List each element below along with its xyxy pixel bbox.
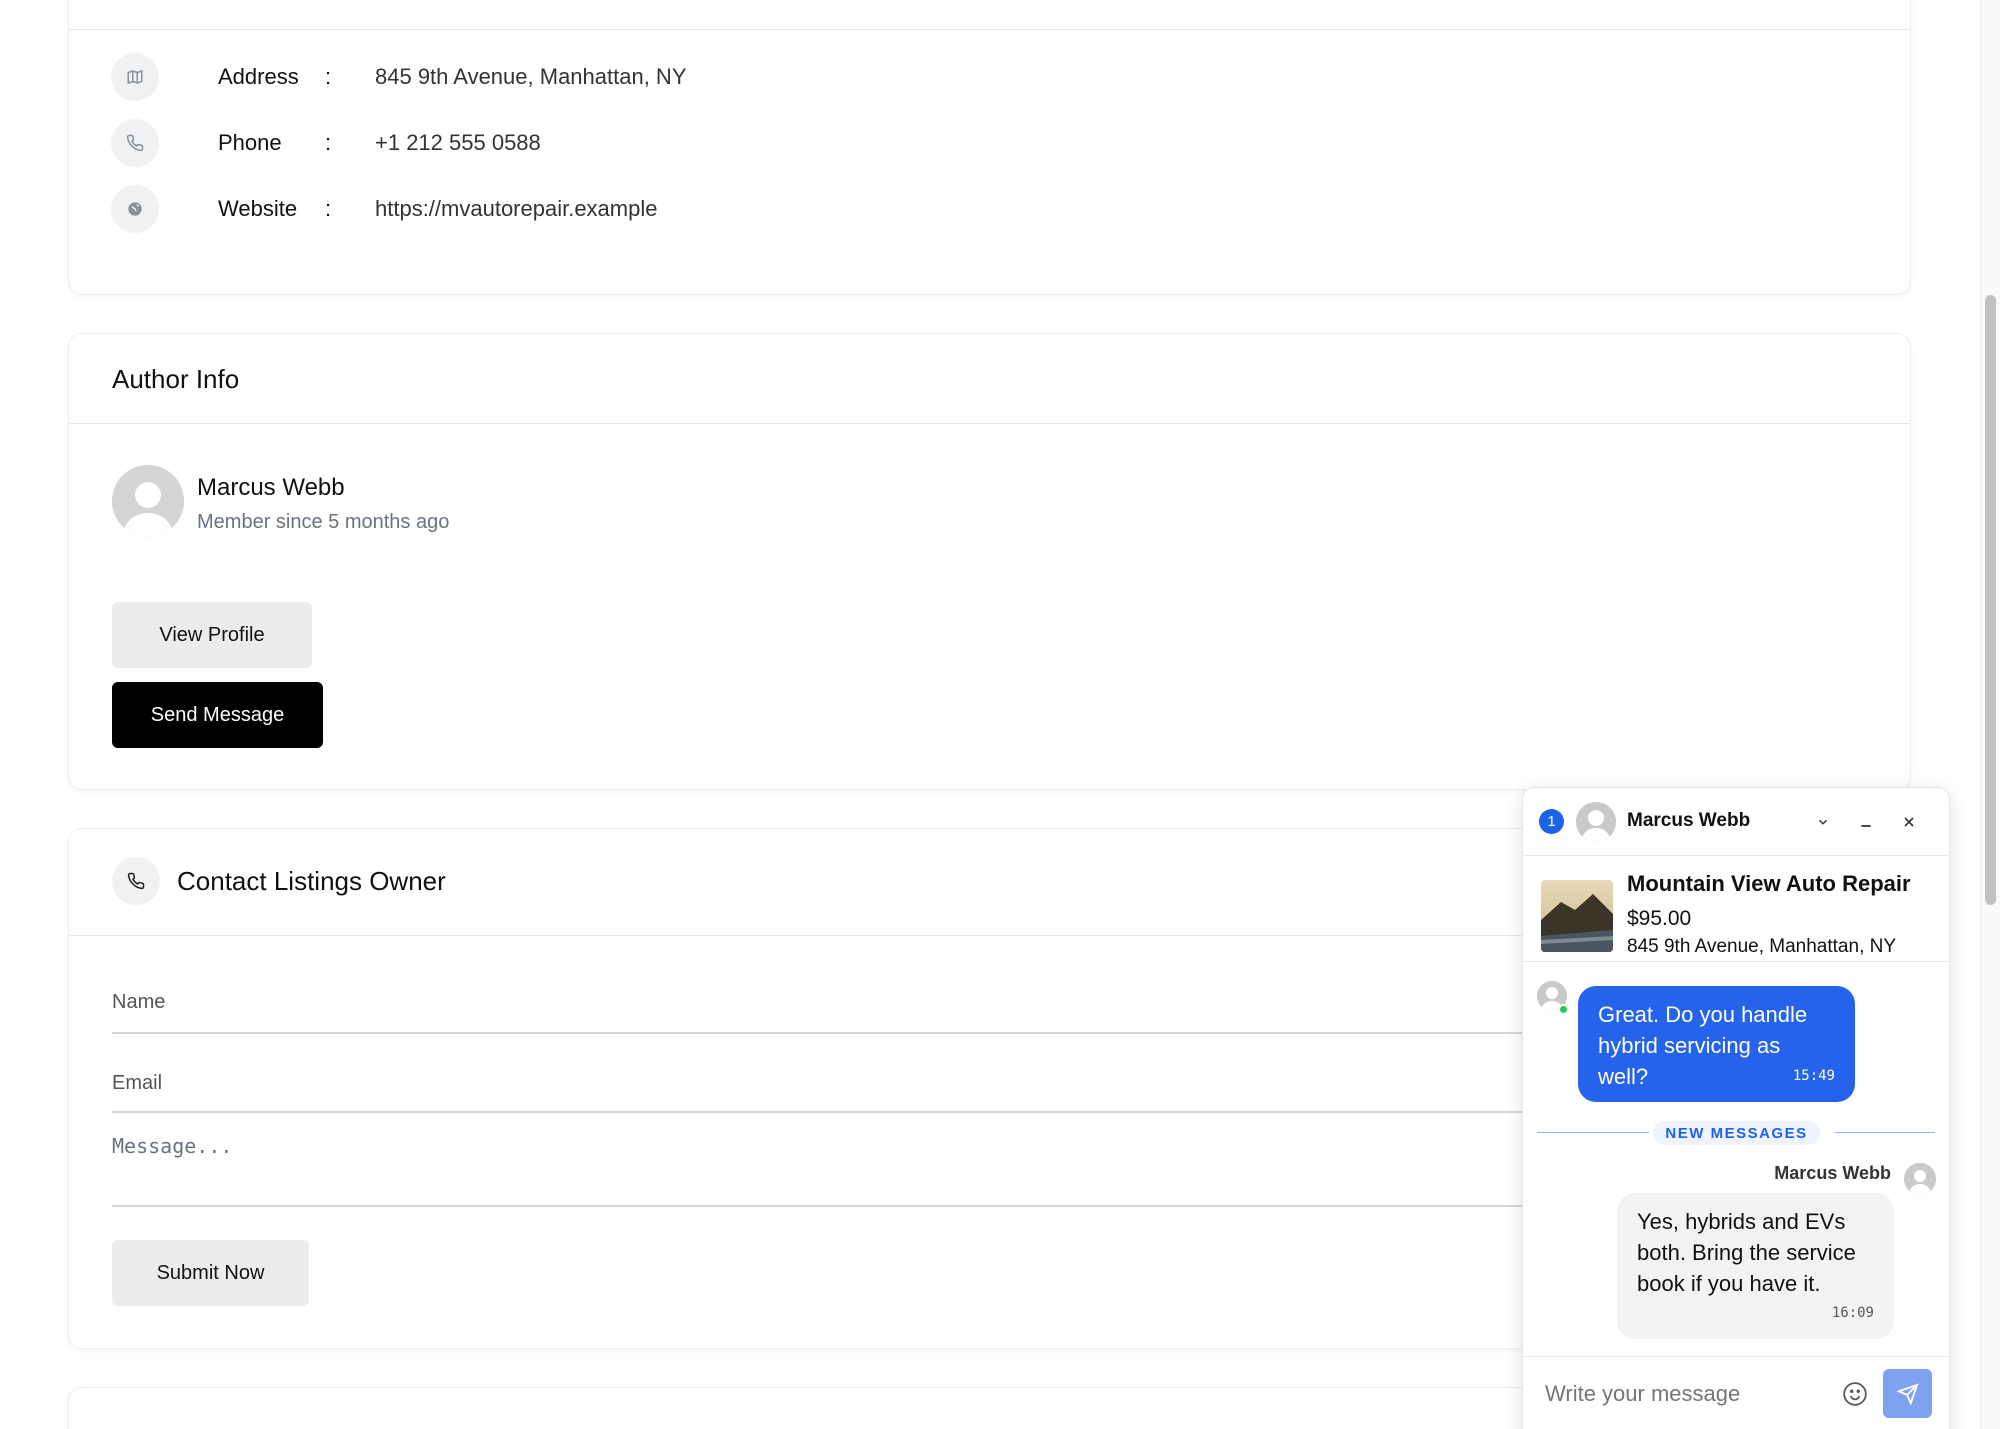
- view-profile-button[interactable]: View Profile: [112, 602, 312, 668]
- name-placeholder: Name: [112, 991, 166, 1013]
- globe-icon: [111, 185, 159, 233]
- outgoing-message: Great. Do you handle hybrid servicing as…: [1578, 986, 1855, 1102]
- card-divider: [69, 29, 1910, 30]
- separator: :: [325, 130, 332, 155]
- message-text: Great. Do you handle hybrid servicing as…: [1598, 1002, 1808, 1089]
- send-icon[interactable]: [1883, 1369, 1932, 1418]
- map-icon: [111, 53, 159, 101]
- incoming-sender-name: Marcus Webb: [1774, 1163, 1891, 1183]
- chat-message-input[interactable]: [1545, 1381, 1815, 1407]
- contact-avatar: [1576, 802, 1616, 842]
- sender-avatar: [1904, 1163, 1936, 1195]
- author-info-card: Author Info Marcus Webb Member since 5 m…: [68, 333, 1911, 790]
- new-messages-label: NEW MESSAGES: [1653, 1121, 1820, 1145]
- phone-value[interactable]: +1 212 555 0588: [375, 130, 541, 156]
- phone-icon: [112, 857, 160, 905]
- author-member-since: Member since 5 months ago: [197, 511, 450, 533]
- message-time: 15:49: [1792, 1068, 1835, 1084]
- message-placeholder: Message...: [112, 1134, 233, 1158]
- incoming-message: Yes, hybrids and EVs both. Bring the ser…: [1617, 1193, 1894, 1339]
- listing-title: Mountain View Auto Repair: [1627, 871, 1911, 896]
- message-time: 16:09: [1831, 1305, 1874, 1321]
- listing-price: $95.00: [1627, 907, 1692, 930]
- message-text: Yes, hybrids and EVs both. Bring the ser…: [1637, 1209, 1856, 1296]
- unread-count-badge: 1: [1539, 809, 1564, 834]
- address-label: Address: [218, 64, 299, 89]
- phone-label: Phone: [218, 130, 282, 155]
- chat-widget: 1 Marcus Webb Mountain View Auto Repair …: [1522, 787, 1950, 1429]
- phone-row: Phone : +1 212 555 0588: [111, 118, 541, 168]
- author-name: Marcus Webb: [197, 474, 345, 501]
- author-avatar[interactable]: [112, 465, 184, 537]
- separator: :: [325, 64, 332, 89]
- submit-now-button[interactable]: Submit Now: [112, 1240, 309, 1306]
- listing-contact-card: Address : 845 9th Avenue, Manhattan, NY …: [68, 0, 1911, 295]
- contact-owner-title: Contact Listings Owner: [177, 866, 446, 896]
- address-row: Address : 845 9th Avenue, Manhattan, NY: [111, 52, 687, 102]
- listing-thumbnail: [1541, 880, 1613, 952]
- send-message-button[interactable]: Send Message: [112, 682, 323, 748]
- chat-contact-name: Marcus Webb: [1627, 810, 1751, 831]
- separator: :: [325, 196, 332, 221]
- email-placeholder: Email: [112, 1072, 163, 1094]
- new-messages-divider: [1537, 1132, 1649, 1133]
- scrollbar-thumb[interactable]: [1985, 295, 1996, 905]
- website-row: Website : https://mvautorepair.example: [111, 184, 657, 234]
- chat-header[interactable]: 1 Marcus Webb: [1523, 788, 1949, 856]
- page-scrollbar[interactable]: [1980, 0, 2000, 1429]
- author-info-title: Author Info: [112, 364, 240, 394]
- minimize-icon[interactable]: [1850, 806, 1882, 838]
- website-value[interactable]: https://mvautorepair.example: [375, 196, 657, 222]
- chat-listing-summary[interactable]: Mountain View Auto Repair $95.00 845 9th…: [1523, 856, 1949, 962]
- author-info-header: Author Info: [69, 334, 1910, 424]
- address-value: 845 9th Avenue, Manhattan, NY: [375, 64, 687, 89]
- emoji-icon[interactable]: [1840, 1379, 1870, 1409]
- chat-composer: [1523, 1356, 1949, 1429]
- phone-icon: [111, 119, 159, 167]
- online-status-dot: [1558, 1004, 1569, 1015]
- chevron-down-icon[interactable]: [1807, 806, 1839, 838]
- listing-address: 845 9th Avenue, Manhattan, NY: [1627, 936, 1897, 957]
- new-messages-divider: [1835, 1132, 1935, 1133]
- close-icon[interactable]: [1893, 806, 1925, 838]
- website-label: Website: [218, 196, 298, 221]
